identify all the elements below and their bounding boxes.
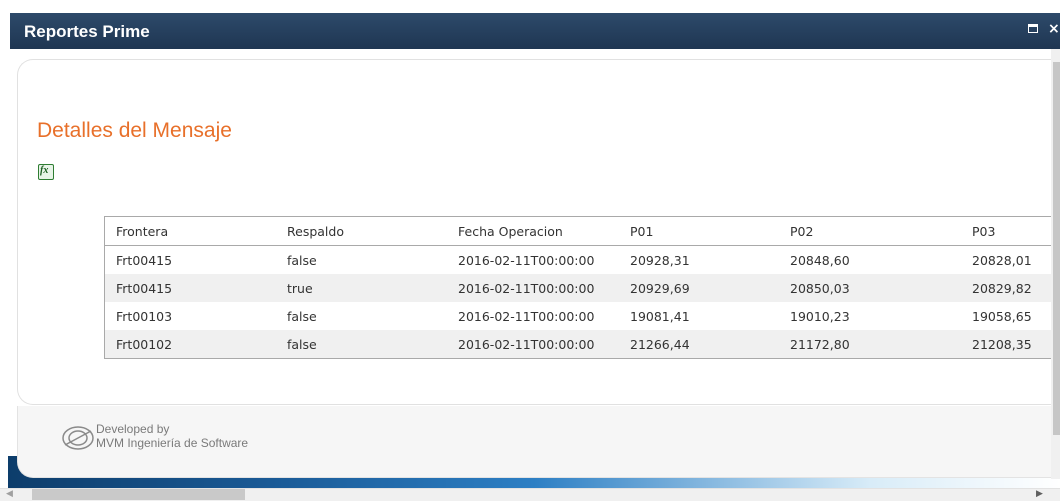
cell-respaldo: true — [276, 274, 447, 302]
vertical-scrollbar-thumb[interactable] — [1053, 62, 1060, 435]
cell-p01: 19081,41 — [630, 308, 690, 324]
cell-p01: 21266,44 — [619, 330, 779, 359]
cell-frontera: Frt00415 — [116, 252, 173, 268]
cell-frontera: Frt00415 — [104, 274, 276, 302]
cell-respaldo: false — [287, 308, 317, 324]
cell-p03: 20829,82 — [961, 274, 1060, 302]
cell-p03: 20828,01 — [972, 252, 1032, 268]
column-header-p03[interactable]: P03 — [961, 216, 1060, 246]
column-header-respaldo[interactable]: Respaldo — [276, 216, 447, 246]
column-header-p02[interactable]: P02 — [779, 216, 961, 246]
horizontal-scrollbar-thumb[interactable] — [32, 489, 245, 500]
column-header-fecha-operacion[interactable]: Fecha Operacion — [447, 216, 619, 246]
cell-respaldo: false — [287, 252, 317, 268]
message-details-table: Frontera Respaldo Fecha Operacion P01 P0… — [104, 216, 1060, 359]
window-titlebar: Reportes Prime × — [10, 13, 1060, 49]
developed-by-label: Developed by — [96, 422, 170, 436]
company-name: MVM Ingeniería de Software — [96, 436, 249, 450]
excel-export-glyph: fx — [40, 165, 49, 176]
cell-fecha-operacion: 2016-02-11T00:00:00 — [447, 330, 619, 359]
cell-p03: 19058,65 — [972, 308, 1032, 324]
window-title: Reportes Prime — [24, 22, 150, 41]
scroll-right-icon[interactable]: ▶ — [1036, 488, 1043, 501]
close-icon[interactable]: × — [1048, 21, 1060, 37]
table-row[interactable]: Frt00415 false 2016-02-11T00:00:00 20928… — [105, 246, 1060, 275]
cell-fecha-operacion: 2016-02-11T00:00:00 — [447, 274, 619, 302]
table-row[interactable]: Frt00103 false 2016-02-11T00:00:00 19081… — [105, 302, 1060, 330]
cell-p02: 20850,03 — [779, 274, 961, 302]
column-header-frontera[interactable]: Frontera — [104, 216, 276, 246]
excel-export-icon[interactable]: fx — [38, 164, 54, 180]
cell-p01: 20929,69 — [619, 274, 779, 302]
maximize-icon[interactable] — [1028, 24, 1038, 33]
cell-frontera: Frt00102 — [104, 330, 276, 359]
cell-p02: 21172,80 — [779, 330, 961, 359]
cell-frontera: Frt00103 — [116, 308, 173, 324]
section-title: Detalles del Mensaje — [37, 119, 232, 142]
cell-respaldo: false — [276, 330, 447, 359]
table-row[interactable]: Frt00415 true 2016-02-11T00:00:00 20929,… — [104, 274, 1060, 302]
cell-p03: 21208,35 — [961, 330, 1060, 359]
mvm-logo-icon — [62, 426, 94, 450]
table-row[interactable]: Frt00102 false 2016-02-11T00:00:00 21266… — [104, 330, 1060, 359]
cell-fecha-operacion: 2016-02-11T00:00:00 — [458, 252, 595, 268]
column-header-p01[interactable]: P01 — [619, 216, 779, 246]
scroll-left-icon[interactable]: ◀ — [6, 488, 13, 501]
cell-p02: 20848,60 — [790, 252, 850, 268]
cell-p01: 20928,31 — [630, 252, 690, 268]
cell-p02: 19010,23 — [790, 308, 850, 324]
table-header-row: Frontera Respaldo Fecha Operacion P01 P0… — [104, 216, 1060, 246]
cell-fecha-operacion: 2016-02-11T00:00:00 — [458, 308, 595, 324]
